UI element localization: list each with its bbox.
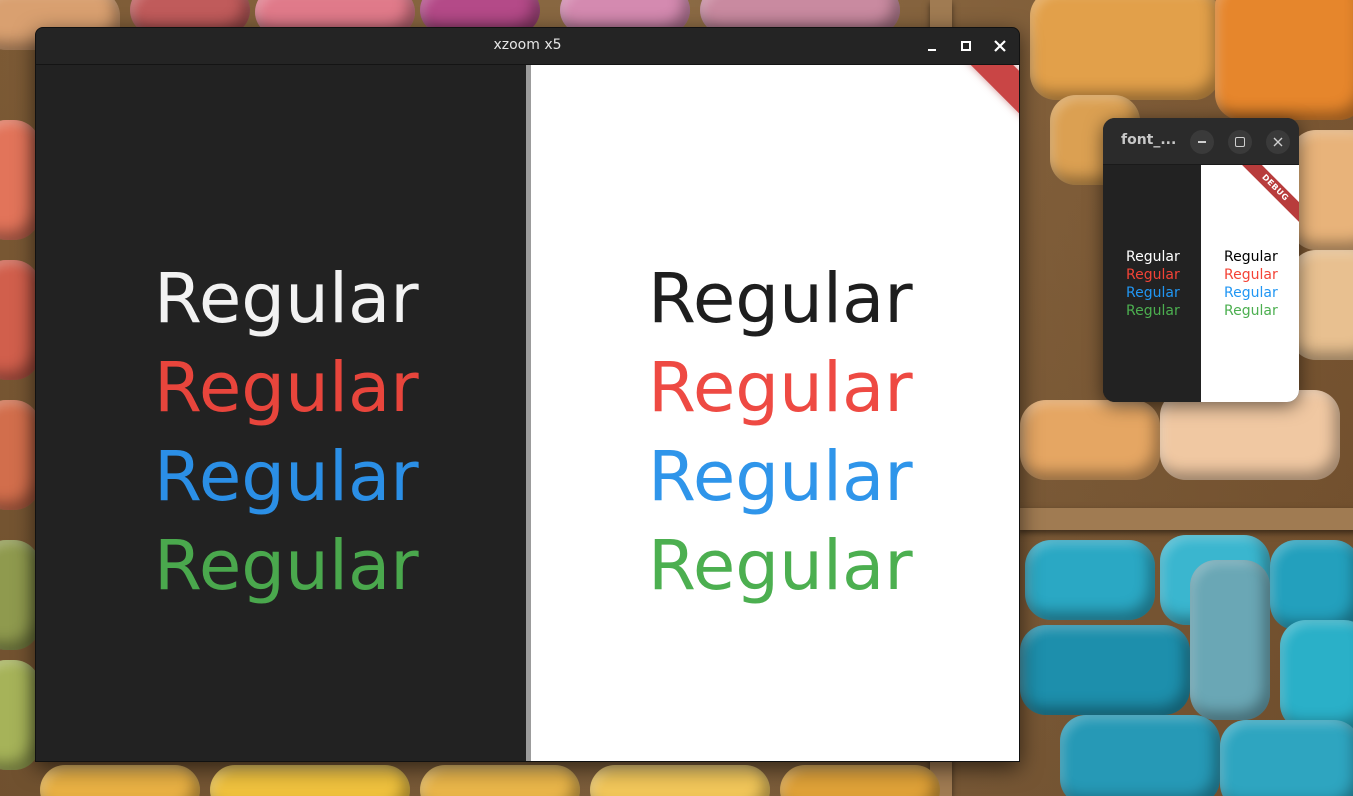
font-demo-word-green: Regular [1126,303,1180,319]
close-icon[interactable] [1266,130,1290,154]
zoom-dark-pane: Regular Regular Regular Regular [36,65,526,761]
font-demo-word-white: Regular [1126,249,1180,265]
wallpaper-chalk [0,120,40,240]
wallpaper-shelf [1018,508,1353,530]
wallpaper-chalk [1025,540,1155,620]
zoom-word-red: Regular [154,348,419,428]
wallpaper-chalk [1020,400,1160,480]
wallpaper-chalk [0,260,40,380]
wallpaper-chalk [40,765,200,796]
xzoom-window-title: xzoom x5 [493,37,562,53]
wallpaper-chalk [1280,620,1353,730]
wallpaper-chalk [1290,250,1353,360]
maximize-icon[interactable] [1228,130,1252,154]
wallpaper-chalk [0,400,40,510]
font-demo-dark-word-stack: Regular Regular Regular Regular [1126,248,1180,320]
zoom-word-black: Regular [648,259,913,339]
xzoom-magnified-view: Regular Regular Regular Regular Regular … [36,65,1019,761]
wallpaper-chalk [1060,715,1220,796]
wallpaper-chalk [1030,0,1220,100]
wallpaper-chalk [210,765,410,796]
font-demo-word-green: Regular [1224,303,1278,319]
font-demo-word-blue: Regular [1224,285,1278,301]
close-icon[interactable] [990,36,1010,56]
wallpaper-chalk [420,765,580,796]
minimize-icon[interactable] [1190,130,1214,154]
wallpaper-chalk [1020,625,1190,715]
font-demo-word-red: Regular [1126,267,1180,283]
debug-banner: DEBUG [1234,165,1299,229]
font-demo-word-red: Regular [1224,267,1278,283]
wallpaper-chalk [1270,540,1353,630]
zoom-word-white: Regular [154,259,419,339]
zoom-word-green: Regular [648,526,913,606]
zoom-word-red: Regular [648,348,913,428]
font-demo-window: font_... Regular Regular Regular Regular… [1103,118,1299,402]
zoom-light-pane: Regular Regular Regular Regular [531,65,1019,761]
wallpaper-chalk [1190,560,1270,720]
wallpaper-chalk [0,540,40,650]
font-demo-content: Regular Regular Regular Regular DEBUG Re… [1103,165,1299,402]
zoom-light-word-stack: Regular Regular Regular Regular [648,255,913,611]
zoom-word-blue: Regular [154,437,419,517]
wallpaper-chalk [780,765,940,796]
wallpaper-chalk [1160,390,1340,480]
zoom-word-green: Regular [154,526,419,606]
wallpaper-chalk [0,660,40,770]
font-demo-word-blue: Regular [1126,285,1180,301]
font-demo-window-title: font_... [1121,132,1177,148]
font-demo-light-column: DEBUG Regular Regular Regular Regular [1201,165,1299,402]
zoom-word-blue: Regular [648,437,913,517]
zoom-dark-word-stack: Regular Regular Regular Regular [154,255,419,611]
zoomed-debug-banner [945,65,1019,126]
font-demo-titlebar[interactable]: font_... [1103,118,1299,165]
wallpaper-chalk [1215,0,1353,120]
font-demo-dark-column: Regular Regular Regular Regular [1103,165,1201,402]
wallpaper-chalk [590,765,770,796]
minimize-icon[interactable] [922,36,942,56]
font-demo-word-black: Regular [1224,249,1278,265]
wallpaper-chalk [1290,130,1353,250]
wallpaper-chalk [1220,720,1353,796]
font-demo-light-word-stack: Regular Regular Regular Regular [1224,248,1278,320]
xzoom-titlebar[interactable]: xzoom x5 [36,28,1019,65]
xzoom-window: xzoom x5 Regular Regular Regular Regular… [35,27,1020,762]
maximize-icon[interactable] [956,36,976,56]
